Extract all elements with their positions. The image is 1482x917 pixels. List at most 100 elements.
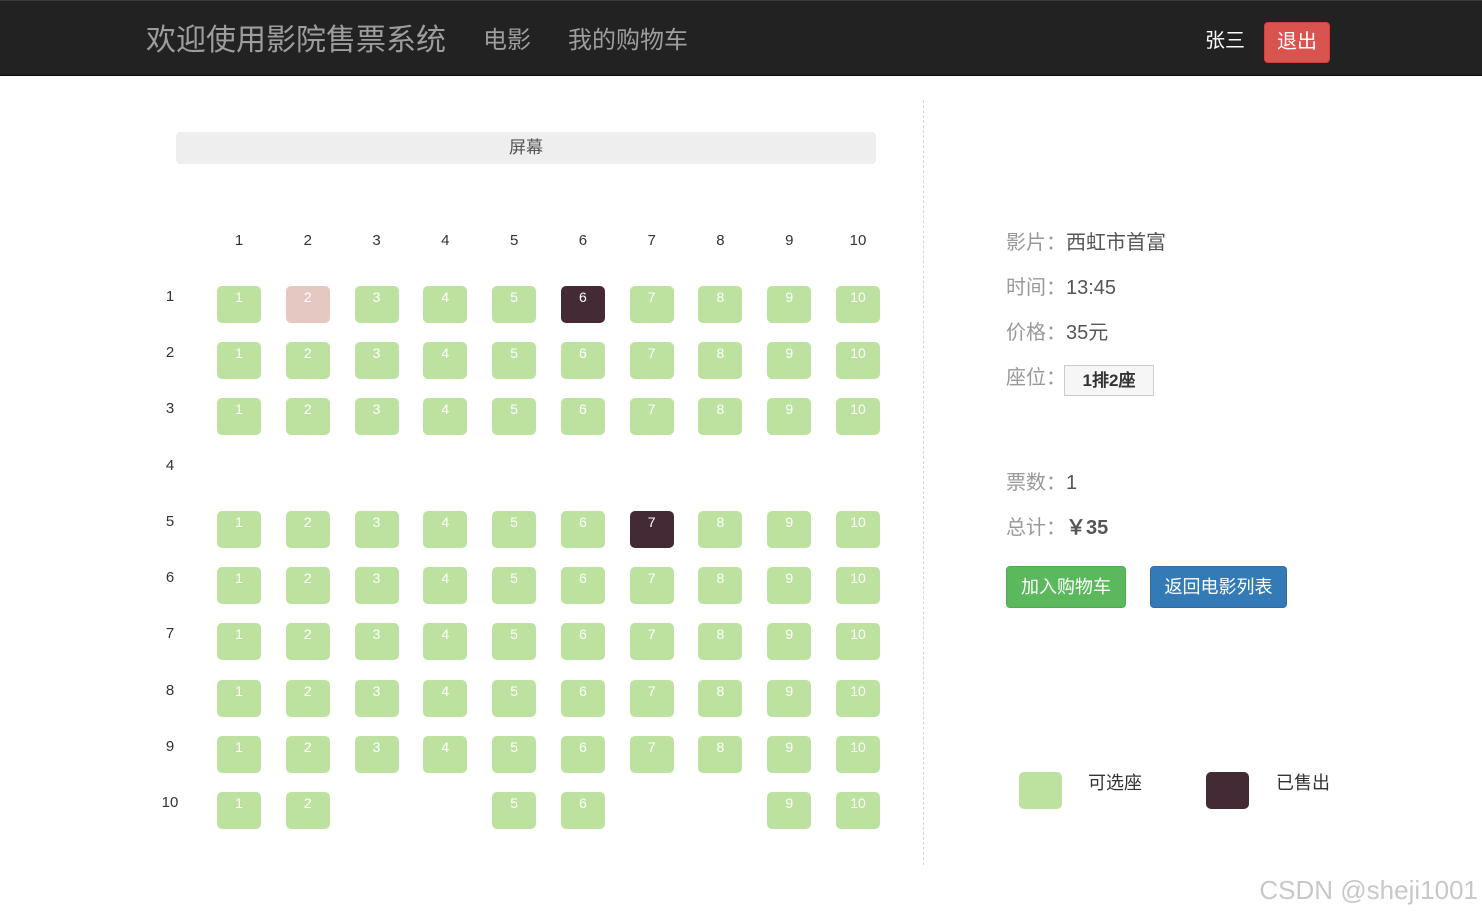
seat[interactable]: 5 — [492, 735, 537, 773]
seat[interactable]: 1 — [217, 567, 261, 605]
seat[interactable]: 6 — [560, 342, 605, 380]
seat[interactable]: 9 — [767, 791, 812, 829]
seat[interactable]: 5 — [492, 791, 537, 829]
seat[interactable]: 9 — [767, 623, 812, 661]
seat[interactable]: 2 — [285, 679, 330, 717]
seat[interactable]: 5 — [492, 286, 537, 323]
column-number: 5 — [509, 232, 519, 249]
seat[interactable]: 7 — [629, 398, 674, 436]
seat[interactable]: 1 — [217, 286, 261, 323]
row-number: 4 — [165, 456, 175, 474]
seat-map: 1 2 3 4 5 6 7 8 9 10 1 1 2 3 4 5 6 7 8 9 10 2 1 2 3 4 5 6 7 8 9 10 3 1 2 3 4… — [0, 0, 900, 860]
seat[interactable]: 1 — [217, 623, 261, 661]
price-label: 价格： — [1006, 322, 1066, 344]
seat[interactable]: 10 — [836, 567, 881, 605]
seat[interactable]: 5 — [492, 342, 537, 380]
seat[interactable]: 1 — [217, 679, 261, 717]
seat[interactable]: 3 — [354, 286, 399, 323]
seat[interactable]: 2 — [285, 510, 330, 548]
seat: 6 — [560, 286, 605, 323]
seat[interactable]: 1 — [217, 342, 261, 380]
seat[interactable]: 5 — [492, 510, 537, 548]
seat[interactable]: 7 — [629, 342, 674, 380]
seat[interactable]: 7 — [629, 623, 674, 661]
seat[interactable]: 5 — [492, 398, 537, 436]
seat[interactable]: 3 — [354, 510, 399, 548]
seat[interactable]: 6 — [560, 735, 605, 773]
seat[interactable]: 5 — [492, 679, 537, 717]
seat[interactable]: 4 — [423, 286, 468, 323]
seat[interactable]: 2 — [285, 286, 330, 323]
seat[interactable]: 9 — [767, 735, 812, 773]
seat[interactable]: 7 — [629, 735, 674, 773]
seat[interactable]: 8 — [698, 342, 743, 380]
seat[interactable]: 2 — [285, 398, 330, 436]
seat[interactable]: 7 — [629, 679, 674, 717]
seat[interactable]: 10 — [836, 791, 881, 829]
seat[interactable]: 6 — [560, 398, 605, 436]
seat[interactable]: 10 — [836, 679, 881, 717]
seat[interactable]: 9 — [767, 342, 812, 380]
logout-button[interactable]: 退出 — [1264, 22, 1330, 63]
seat[interactable]: 5 — [492, 567, 537, 605]
seat[interactable]: 1 — [217, 510, 261, 548]
seat[interactable]: 2 — [285, 735, 330, 773]
seat[interactable]: 8 — [698, 567, 743, 605]
showtime: 13:45 — [1066, 277, 1117, 299]
seat[interactable]: 2 — [285, 567, 330, 605]
seat[interactable]: 4 — [423, 735, 468, 773]
seat[interactable]: 4 — [423, 567, 468, 605]
seat[interactable]: 8 — [698, 735, 743, 773]
add-to-cart-button[interactable]: 加入购物车 — [1006, 566, 1126, 608]
column-number: 1 — [234, 232, 244, 249]
seat[interactable]: 2 — [285, 791, 330, 829]
seat[interactable]: 10 — [836, 342, 881, 380]
row-number: 3 — [165, 400, 175, 418]
seat[interactable]: 9 — [767, 679, 812, 717]
seat[interactable]: 4 — [423, 398, 468, 436]
seat[interactable]: 6 — [560, 791, 605, 829]
seat[interactable]: 8 — [698, 286, 743, 323]
seat[interactable]: 4 — [423, 623, 468, 661]
seat[interactable]: 7 — [629, 286, 674, 323]
seat[interactable]: 10 — [836, 623, 881, 661]
seat[interactable]: 6 — [560, 510, 605, 548]
seat[interactable]: 4 — [423, 679, 468, 717]
row-number: 8 — [165, 681, 175, 699]
seat[interactable]: 8 — [698, 623, 743, 661]
legend-available-swatch — [1019, 772, 1062, 809]
seat[interactable]: 6 — [560, 623, 605, 661]
seat[interactable]: 3 — [354, 398, 399, 436]
seat[interactable]: 8 — [698, 398, 743, 436]
seat[interactable]: 1 — [217, 791, 261, 829]
seat[interactable]: 2 — [285, 342, 330, 380]
total-label: 总计： — [1006, 517, 1066, 539]
seat[interactable]: 1 — [217, 398, 261, 436]
seat[interactable]: 3 — [354, 735, 399, 773]
seat[interactable]: 9 — [767, 567, 812, 605]
seat[interactable]: 4 — [423, 342, 468, 380]
seat[interactable]: 6 — [560, 679, 605, 717]
panel-divider — [923, 100, 924, 865]
seat[interactable]: 3 — [354, 623, 399, 661]
seat[interactable]: 10 — [836, 510, 881, 548]
back-to-movie-list-button[interactable]: 返回电影列表 — [1150, 566, 1287, 608]
seat[interactable]: 9 — [767, 286, 812, 323]
seat[interactable]: 10 — [836, 735, 881, 773]
seat[interactable]: 10 — [836, 286, 881, 323]
column-number: 4 — [441, 232, 450, 249]
seat[interactable]: 1 — [217, 735, 261, 773]
seat[interactable]: 8 — [698, 679, 743, 717]
seat[interactable]: 4 — [423, 510, 468, 548]
seat[interactable]: 9 — [767, 398, 812, 436]
seat[interactable]: 3 — [354, 679, 399, 717]
seat[interactable]: 9 — [767, 510, 812, 548]
seat[interactable]: 10 — [836, 398, 881, 436]
seat[interactable]: 5 — [492, 623, 537, 661]
seat[interactable]: 3 — [354, 567, 399, 605]
seat[interactable]: 8 — [698, 510, 743, 548]
seat[interactable]: 7 — [629, 567, 674, 605]
seat[interactable]: 3 — [354, 342, 399, 380]
seat[interactable]: 2 — [285, 623, 330, 661]
seat[interactable]: 6 — [560, 567, 605, 605]
